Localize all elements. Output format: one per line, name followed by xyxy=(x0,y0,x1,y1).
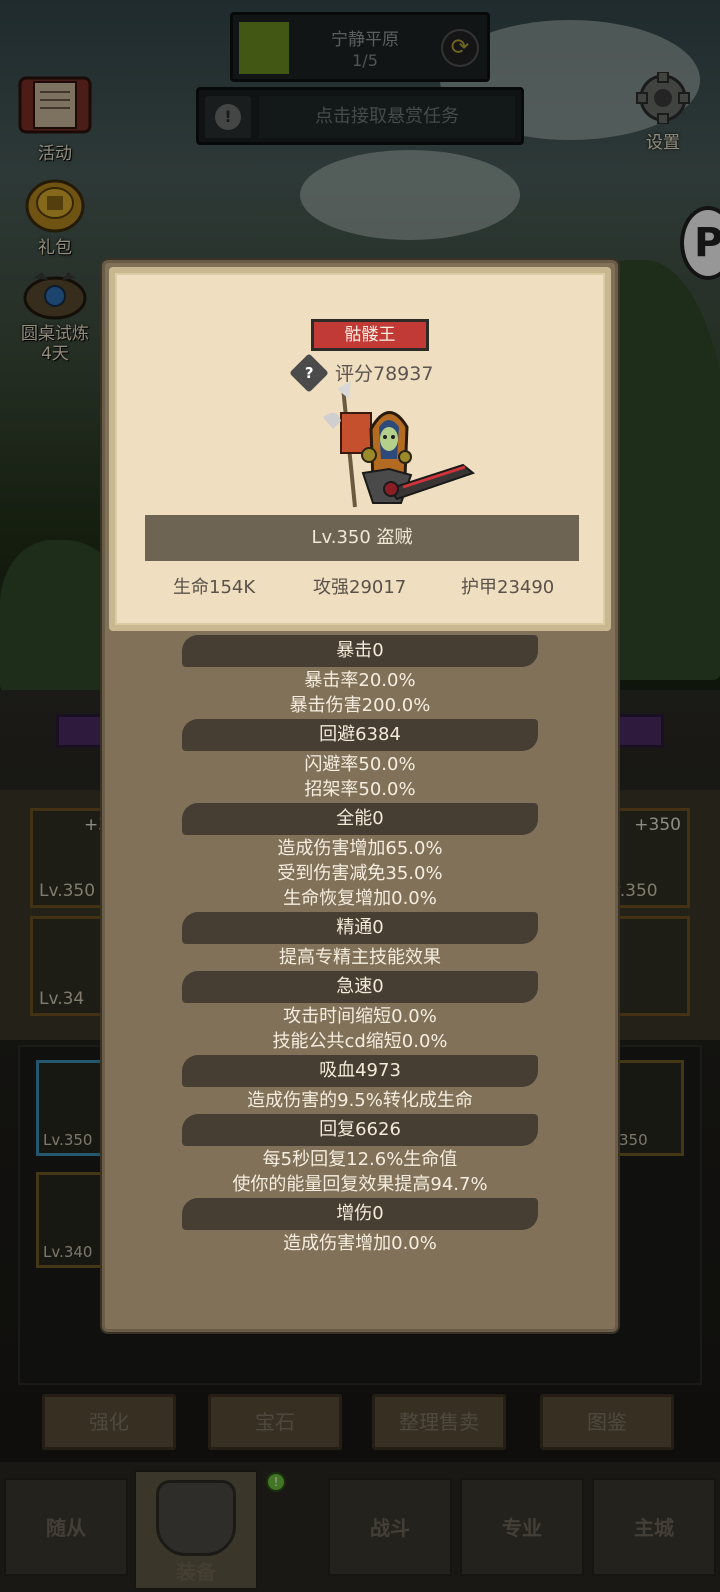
attribute-header: 回避6384 xyxy=(182,719,538,751)
attribute-header: 全能0 xyxy=(182,803,538,835)
attribute-detail: 每5秒回复12.6%生命值 xyxy=(262,1149,458,1170)
attribute-header: 暴击0 xyxy=(182,635,538,667)
attribute-header: 吸血4973 xyxy=(182,1055,538,1087)
hero-detail-popup: 骷髅王 ? 评分78937 Lv.350 盗贼 生命154K 攻强29017 护… xyxy=(102,260,618,1332)
attack-stat: 攻强29017 xyxy=(313,577,407,598)
attribute-detail: 闪避率50.0% xyxy=(304,754,416,775)
attribute-header: 精通0 xyxy=(182,912,538,944)
attribute-header: 回复6626 xyxy=(182,1114,538,1146)
level-class-banner: Lv.350 盗贼 xyxy=(145,515,579,561)
attribute-detail: 受到伤害减免35.0% xyxy=(277,863,443,884)
attribute-detail: 使你的能量回复效果提高94.7% xyxy=(232,1174,488,1195)
attribute-detail: 造成伤害增加0.0% xyxy=(283,1233,437,1254)
hero-name-badge: 骷髅王 xyxy=(311,319,429,351)
attribute-list: 暴击0 暴击率20.0% 暴击伤害200.0% 回避6384 闪避率50.0% 招架率50… xyxy=(105,635,615,1257)
attribute-detail: 生命恢复增加0.0% xyxy=(283,888,437,909)
attribute-detail: 造成伤害的9.5%转化成生命 xyxy=(247,1090,473,1111)
attribute-detail: 暴击率20.0% xyxy=(304,670,416,691)
attribute-detail: 提高专精主技能效果 xyxy=(279,947,441,968)
armor-stat: 护甲23490 xyxy=(461,577,555,598)
attribute-detail: 攻击时间缩短0.0% xyxy=(283,1006,437,1027)
attribute-detail: 暴击伤害200.0% xyxy=(289,695,431,716)
attribute-detail: 招架率50.0% xyxy=(304,779,416,800)
hero-card: 骷髅王 ? 评分78937 Lv.350 盗贼 生命154K 攻强29017 护… xyxy=(109,267,611,631)
attribute-header: 急速0 xyxy=(182,971,538,1003)
hp-stat: 生命154K xyxy=(173,577,256,598)
hero-portrait xyxy=(323,381,476,508)
attribute-detail: 技能公共cd缩短0.0% xyxy=(272,1031,448,1052)
attribute-header: 增伤0 xyxy=(182,1198,538,1230)
attribute-detail: 造成伤害增加65.0% xyxy=(277,838,443,859)
